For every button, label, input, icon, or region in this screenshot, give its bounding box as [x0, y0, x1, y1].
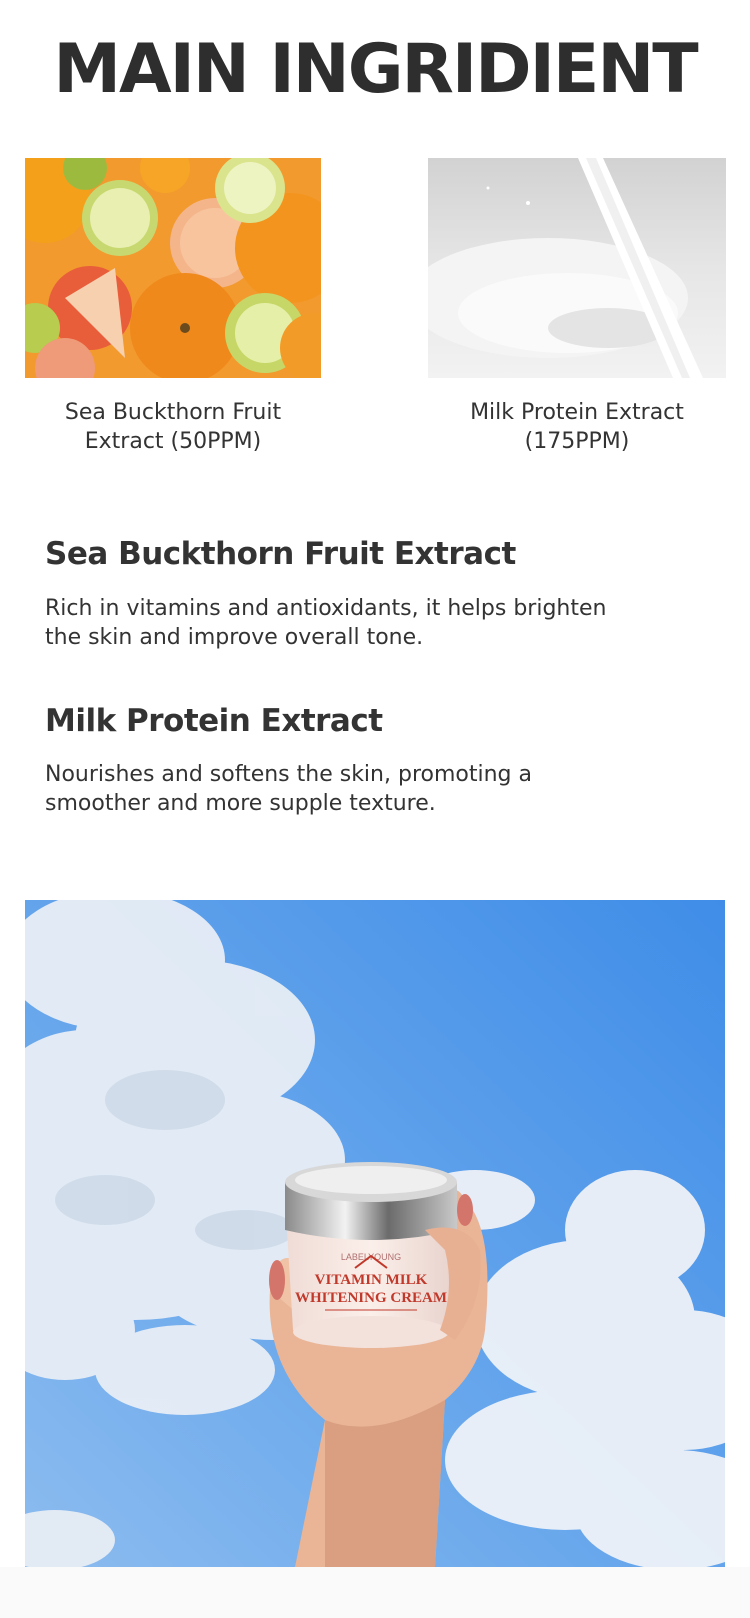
page-title: MAIN INGRIDIENT	[53, 30, 698, 109]
citrus-fruits-image	[25, 158, 321, 378]
caption-line: Sea Buckthorn Fruit	[64, 400, 282, 425]
text-line: smoother and more supple texture.	[45, 791, 436, 816]
text-line: the skin and improve overall tone.	[45, 625, 424, 650]
caption-line: (175PPM)	[524, 429, 630, 454]
ingredient-caption-milk-protein: Milk Protein Extract (175PPM)	[428, 398, 726, 456]
ingredient-caption-sea-buckthorn: Sea Buckthorn Fruit Extract (50PPM)	[25, 398, 321, 456]
product-in-hand-image: LABELYOUNG VITAMIN MILK WHITENING CREAM	[25, 900, 725, 1567]
milk-splash-image	[428, 158, 726, 378]
detail-text-milk-protein: Nourishes and softens the skin, promotin…	[45, 760, 645, 818]
jar-label-line2: WHITENING CREAM	[295, 1290, 447, 1306]
text-line: Rich in vitamins and antioxidants, it he…	[45, 596, 607, 621]
detail-text-sea-buckthorn: Rich in vitamins and antioxidants, it he…	[45, 594, 645, 652]
caption-line: Milk Protein Extract	[470, 400, 684, 425]
bottom-spacer	[0, 1567, 750, 1618]
caption-line: Extract (50PPM)	[84, 429, 262, 454]
jar-label-line1: VITAMIN MILK	[315, 1272, 428, 1288]
detail-heading-sea-buckthorn: Sea Buckthorn Fruit Extract	[45, 536, 516, 572]
text-line: Nourishes and softens the skin, promotin…	[45, 762, 532, 787]
detail-heading-milk-protein: Milk Protein Extract	[45, 703, 383, 739]
